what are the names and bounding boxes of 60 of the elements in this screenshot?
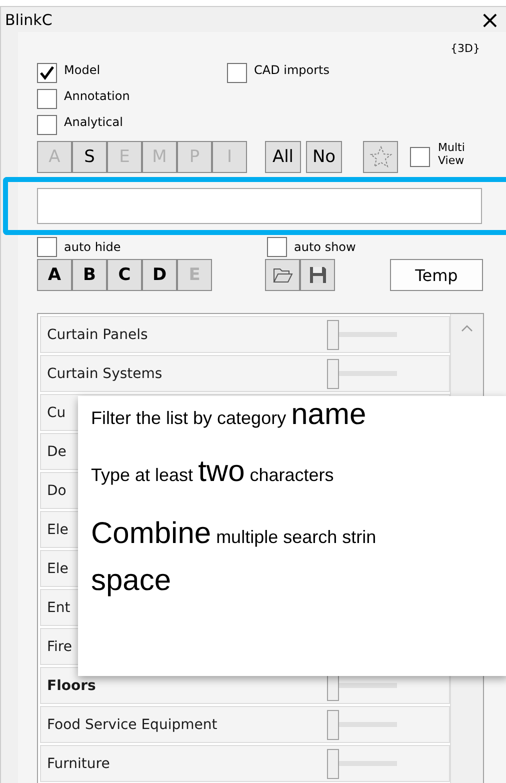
chevron-up-icon[interactable] <box>461 324 473 332</box>
category-row[interactable]: Food Service Equipment <box>40 706 450 743</box>
window-title: BlinkC <box>5 10 52 28</box>
open-button[interactable] <box>265 259 300 291</box>
folder-icon <box>272 267 292 283</box>
filter-label: Analytical <box>64 115 123 129</box>
auto-show-checkbox[interactable] <box>267 237 287 257</box>
star-icon <box>368 145 392 169</box>
favorite-button[interactable] <box>363 141 398 173</box>
category-row[interactable]: Furniture <box>40 745 450 782</box>
auto-hide-checkbox[interactable] <box>37 237 57 257</box>
category-name: Ele <box>47 560 68 576</box>
discipline-button[interactable]: S <box>72 141 107 173</box>
category-name: Cu <box>47 404 66 420</box>
tooltip-text: Combine multiple search strin <box>91 516 378 552</box>
filter-checkbox[interactable] <box>37 89 57 109</box>
auto-hide-label: auto hide <box>64 240 122 254</box>
multi-view-label: Multi View <box>438 141 466 169</box>
set-button[interactable]: C <box>107 259 142 291</box>
tooltip-text: space <box>91 563 172 599</box>
set-button[interactable]: D <box>142 259 177 291</box>
select-button[interactable]: All <box>265 141 301 173</box>
category-row[interactable]: Curtain Panels <box>40 316 450 353</box>
category-name: Fire <box>47 638 72 654</box>
category-name: Food Service Equipment <box>47 716 218 732</box>
filter-label: CAD imports <box>254 63 330 77</box>
filter-checkbox[interactable] <box>37 115 57 135</box>
multi-view-checkbox[interactable] <box>410 147 430 167</box>
auto-show-label: auto show <box>294 240 356 254</box>
close-button[interactable]: × <box>480 8 500 32</box>
save-button[interactable] <box>300 259 335 291</box>
slider-thumb[interactable] <box>327 358 339 388</box>
slider[interactable] <box>327 358 397 388</box>
filter-label: Model <box>64 63 100 77</box>
category-name: Floors <box>47 678 96 694</box>
slider[interactable] <box>327 710 397 740</box>
slider[interactable] <box>327 748 397 778</box>
slider[interactable] <box>327 320 397 350</box>
set-button[interactable]: A <box>37 259 72 291</box>
category-name: Ele <box>47 522 68 538</box>
tooltip-text: Filter the list by category name <box>91 400 368 433</box>
view-label: {3D} <box>450 42 480 55</box>
category-name: Furniture <box>47 756 110 772</box>
category-name: Ent <box>47 600 70 616</box>
select-button[interactable]: No <box>306 141 342 173</box>
slider-thumb[interactable] <box>327 748 339 778</box>
slider-thumb[interactable] <box>327 320 339 350</box>
category-name: Curtain Systems <box>47 366 162 382</box>
tooltip-text: Type at least two characters <box>91 457 335 490</box>
temp-button[interactable]: Temp <box>390 259 483 291</box>
category-name: Do <box>47 482 66 498</box>
filter-checkbox[interactable] <box>37 63 57 83</box>
filter-label: Annotation <box>64 89 130 103</box>
set-button[interactable]: B <box>72 259 107 291</box>
slider-thumb[interactable] <box>327 710 339 740</box>
category-row[interactable]: Curtain Systems <box>40 355 450 392</box>
filter-checkbox[interactable] <box>227 63 247 83</box>
category-name: De <box>47 444 66 460</box>
search-field[interactable] <box>37 188 482 224</box>
category-name: Curtain Panels <box>47 326 148 342</box>
